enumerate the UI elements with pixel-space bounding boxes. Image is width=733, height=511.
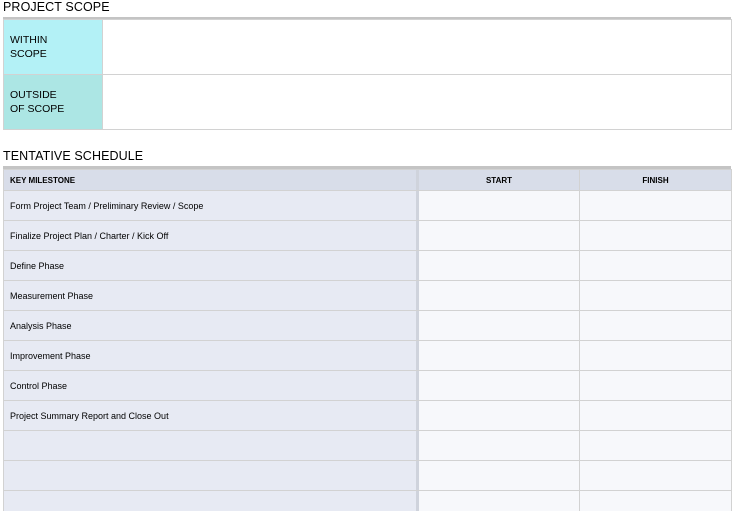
schedule-body: Form Project Team / Preliminary Review /…: [4, 190, 731, 511]
milestone-cell[interactable]: Define Phase: [4, 251, 419, 280]
milestone-cell[interactable]: [4, 491, 419, 511]
table-row: Improvement Phase: [4, 340, 731, 370]
within-scope-field[interactable]: [103, 20, 731, 74]
start-date-cell[interactable]: [419, 341, 580, 370]
start-date-cell[interactable]: [419, 431, 580, 460]
finish-date-cell[interactable]: [580, 221, 731, 250]
finish-date-cell[interactable]: [580, 341, 731, 370]
outside-scope-label: OUTSIDE OF SCOPE: [4, 75, 103, 129]
project-scope-title: PROJECT SCOPE: [3, 0, 110, 14]
milestone-cell[interactable]: [4, 461, 419, 490]
schedule-table: KEY MILESTONE START FINISH Form Project …: [3, 169, 732, 511]
scope-row-within: WITHIN SCOPE: [4, 20, 731, 74]
milestone-cell[interactable]: [4, 431, 419, 460]
start-header: START: [419, 170, 580, 190]
project-scope-table: WITHIN SCOPE OUTSIDE OF SCOPE: [3, 19, 732, 130]
finish-date-cell[interactable]: [580, 431, 731, 460]
start-date-cell[interactable]: [419, 251, 580, 280]
start-date-cell[interactable]: [419, 311, 580, 340]
schedule-title: TENTATIVE SCHEDULE: [3, 149, 144, 163]
key-milestone-header: KEY MILESTONE: [4, 170, 419, 190]
finish-date-cell[interactable]: [580, 371, 731, 400]
table-row: Project Summary Report and Close Out: [4, 400, 731, 430]
table-row: [4, 460, 731, 490]
finish-date-cell[interactable]: [580, 191, 731, 220]
start-date-cell[interactable]: [419, 461, 580, 490]
milestone-cell[interactable]: Analysis Phase: [4, 311, 419, 340]
finish-date-cell[interactable]: [580, 491, 731, 511]
finish-date-cell[interactable]: [580, 461, 731, 490]
table-row: [4, 490, 731, 511]
start-date-cell[interactable]: [419, 401, 580, 430]
milestone-cell[interactable]: Form Project Team / Preliminary Review /…: [4, 191, 419, 220]
table-row: Define Phase: [4, 250, 731, 280]
milestone-cell[interactable]: Project Summary Report and Close Out: [4, 401, 419, 430]
milestone-cell[interactable]: Measurement Phase: [4, 281, 419, 310]
table-row: Control Phase: [4, 370, 731, 400]
within-scope-label: WITHIN SCOPE: [4, 20, 103, 74]
table-row: Analysis Phase: [4, 310, 731, 340]
start-date-cell[interactable]: [419, 371, 580, 400]
start-date-cell[interactable]: [419, 221, 580, 250]
outside-scope-field[interactable]: [103, 75, 731, 129]
milestone-cell[interactable]: Improvement Phase: [4, 341, 419, 370]
finish-date-cell[interactable]: [580, 281, 731, 310]
milestone-cell[interactable]: Control Phase: [4, 371, 419, 400]
finish-date-cell[interactable]: [580, 311, 731, 340]
scope-row-outside: OUTSIDE OF SCOPE: [4, 74, 731, 129]
schedule-header-row: KEY MILESTONE START FINISH: [4, 169, 731, 190]
table-row: Form Project Team / Preliminary Review /…: [4, 190, 731, 220]
start-date-cell[interactable]: [419, 191, 580, 220]
start-date-cell[interactable]: [419, 491, 580, 511]
table-row: [4, 430, 731, 460]
finish-date-cell[interactable]: [580, 251, 731, 280]
milestone-cell[interactable]: Finalize Project Plan / Charter / Kick O…: [4, 221, 419, 250]
start-date-cell[interactable]: [419, 281, 580, 310]
page: PROJECT SCOPE WITHIN SCOPE OUTSIDE OF SC…: [0, 0, 733, 511]
finish-header: FINISH: [580, 170, 731, 190]
table-row: Measurement Phase: [4, 280, 731, 310]
finish-date-cell[interactable]: [580, 401, 731, 430]
table-row: Finalize Project Plan / Charter / Kick O…: [4, 220, 731, 250]
